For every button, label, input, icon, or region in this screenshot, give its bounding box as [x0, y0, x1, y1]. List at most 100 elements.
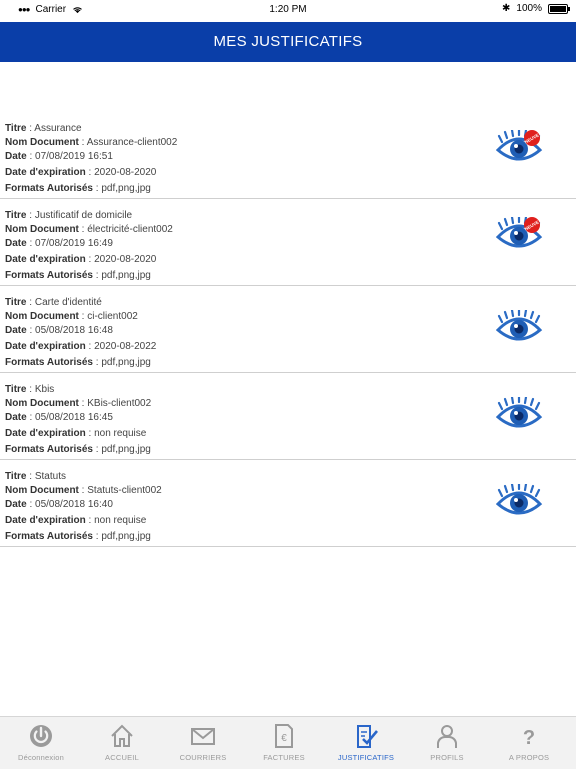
status-time: 1:20 PM: [269, 4, 307, 15]
battery-icon: [548, 3, 570, 14]
tab-label: COURRIERS: [179, 753, 227, 762]
doc-expiration-sep: :: [85, 167, 95, 178]
view-document-button[interactable]: [495, 308, 544, 344]
question-icon: ?: [488, 723, 570, 751]
doc-formats-row: Formats Autorisés : pdf,png,jpg: [0, 442, 151, 457]
doc-title-sep: :: [26, 471, 35, 482]
home-icon: [81, 723, 163, 751]
tab-label: FACTURES: [263, 753, 305, 762]
battery-percent: 100%: [516, 3, 542, 14]
doc-date-value: 05/08/2018 16:45: [35, 412, 113, 423]
doc-date-row: Date : 07/08/2019 16:49: [0, 236, 113, 251]
document-check-icon: [325, 723, 407, 751]
tab-label: PROFILS: [430, 753, 464, 762]
doc-name-row: Nom Document : Statuts-client002: [0, 483, 162, 498]
page-title: MES JUSTIFICATIFS: [0, 22, 576, 62]
doc-expiration-value: non requise: [94, 428, 147, 439]
svg-text:€: €: [281, 733, 287, 744]
doc-title-row: Titre : Statuts: [0, 469, 66, 484]
doc-date-sep: :: [26, 325, 36, 336]
tab-label: JUSTIFICATIFS: [337, 753, 395, 762]
view-document-button[interactable]: [495, 482, 544, 518]
eye-icon: [495, 482, 543, 515]
doc-title-value: Carte d'identité: [34, 297, 102, 308]
doc-date-value: 07/08/2019 16:51: [35, 151, 113, 162]
doc-name-sep: :: [78, 224, 88, 235]
document-item: Titre : Kbis Nom Document : KBis-client00…: [0, 373, 576, 460]
doc-title-row: Titre : Assurance: [0, 121, 82, 136]
doc-expiration-label: Date d'expiration: [5, 341, 86, 352]
status-right: ✱ 100%: [502, 3, 570, 14]
doc-date-row: Date : 05/08/2018 16:45: [0, 410, 113, 425]
doc-expiration-row: Date d'expiration : non requise: [0, 426, 146, 441]
doc-title-label: Titre: [5, 297, 27, 308]
tab-courriers[interactable]: COURRIERS: [162, 717, 244, 769]
doc-date-sep: :: [26, 499, 36, 510]
doc-name-sep: :: [78, 485, 88, 496]
doc-title-label: Titre: [5, 471, 27, 482]
document-item: Titre : Statuts Nom Document : Statuts-cl…: [0, 460, 576, 547]
doc-name-value: KBis-client002: [87, 398, 152, 409]
doc-title-sep: :: [26, 297, 35, 308]
doc-expiration-value: 2020-08-2020: [94, 254, 157, 265]
doc-expiration-row: Date d'expiration : 2020-08-2022: [0, 339, 156, 354]
doc-title-label: Titre: [5, 210, 27, 221]
doc-expiration-row: Date d'expiration : 2020-08-2020: [0, 252, 156, 267]
doc-title-value: Justificatif de domicile: [34, 210, 133, 221]
tab-profils[interactable]: PROFILS: [406, 717, 488, 769]
doc-title-sep: :: [26, 384, 35, 395]
doc-name-value: ci-client002: [87, 311, 138, 322]
doc-name-value: électricité-client002: [87, 224, 173, 235]
doc-formats-label: Formats Autorisés: [5, 270, 93, 281]
status-bar: ●●● Carrier 1:20 PM ✱ 100%: [0, 0, 576, 20]
doc-date-label: Date: [5, 325, 27, 336]
doc-formats-value: pdf,png,jpg: [101, 444, 151, 455]
doc-name-sep: :: [78, 137, 87, 148]
doc-formats-row: Formats Autorisés : pdf,png,jpg: [0, 529, 151, 544]
doc-date-sep: :: [26, 151, 36, 162]
tab-factures[interactable]: € FACTURES: [243, 717, 325, 769]
doc-name-row: Nom Document : électricité-client002: [0, 222, 173, 237]
document-list: Titre : Assurance Nom Document : Assuranc…: [0, 112, 576, 547]
power-icon: [0, 723, 82, 751]
doc-expiration-value: 2020-08-2020: [94, 167, 157, 178]
doc-date-sep: :: [26, 412, 36, 423]
view-document-button[interactable]: NEUVE: [495, 215, 544, 251]
doc-formats-label: Formats Autorisés: [5, 357, 93, 368]
doc-name-label: Nom Document: [5, 224, 79, 235]
tab-a-propos[interactable]: ? A PROPOS: [488, 717, 570, 769]
tab-accueil[interactable]: ACCUEIL: [81, 717, 163, 769]
doc-expiration-sep: :: [85, 341, 95, 352]
doc-expiration-value: 2020-08-2022: [94, 341, 157, 352]
doc-title-value: Kbis: [34, 384, 55, 395]
view-document-button[interactable]: NEUVE: [495, 128, 544, 164]
doc-expiration-label: Date d'expiration: [5, 515, 86, 526]
view-document-button[interactable]: [495, 395, 544, 431]
doc-name-value: Assurance-client002: [86, 137, 178, 148]
doc-expiration-label: Date d'expiration: [5, 428, 86, 439]
doc-title-row: Titre : Carte d'identité: [0, 295, 102, 310]
eye-icon: [495, 308, 543, 341]
doc-formats-value: pdf,png,jpg: [101, 357, 151, 368]
doc-name-label: Nom Document: [5, 311, 79, 322]
doc-name-label: Nom Document: [5, 485, 79, 496]
doc-expiration-value: non requise: [94, 515, 147, 526]
doc-formats-value: pdf,png,jpg: [101, 183, 151, 194]
doc-expiration-label: Date d'expiration: [5, 254, 86, 265]
doc-date-row: Date : 05/08/2018 16:48: [0, 323, 113, 338]
doc-date-value: 05/08/2018 16:40: [35, 499, 113, 510]
doc-expiration-label: Date d'expiration: [5, 167, 86, 178]
doc-formats-row: Formats Autorisés : pdf,png,jpg: [0, 268, 151, 283]
doc-expiration-sep: :: [85, 515, 95, 526]
doc-date-label: Date: [5, 238, 27, 249]
doc-expiration-sep: :: [85, 428, 95, 439]
doc-name-row: Nom Document : ci-client002: [0, 309, 138, 324]
tab-deconnexion[interactable]: Déconnexion: [0, 717, 82, 769]
doc-title-label: Titre: [5, 384, 27, 395]
doc-name-row: Nom Document : KBis-client002: [0, 396, 151, 411]
doc-date-label: Date: [5, 499, 27, 510]
doc-expiration-row: Date d'expiration : non requise: [0, 513, 146, 528]
tab-bar: Déconnexion ACCUEIL COURRIERS € FACTURES JUST…: [0, 716, 576, 769]
doc-formats-row: Formats Autorisés : pdf,png,jpg: [0, 355, 151, 370]
tab-justificatifs[interactable]: JUSTIFICATIFS: [325, 717, 407, 769]
